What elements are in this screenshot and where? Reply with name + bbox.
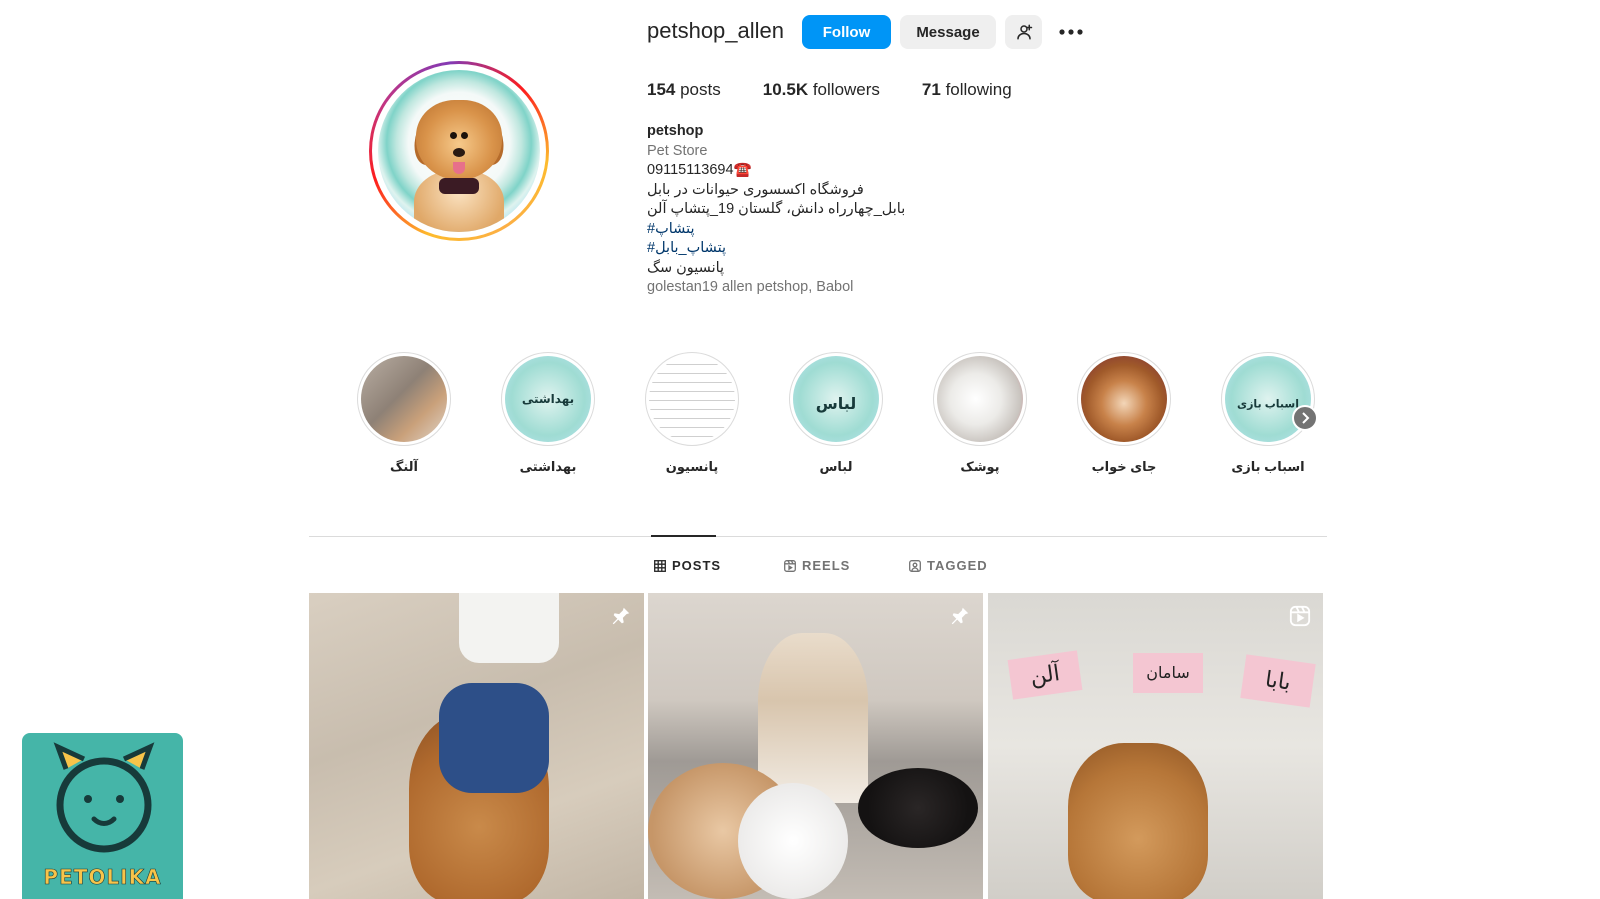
paper-sign: بابا bbox=[1240, 654, 1316, 708]
flower-pot bbox=[459, 593, 559, 663]
bio-hashtag[interactable]: #پتشاپ bbox=[647, 220, 1027, 240]
person-photo bbox=[758, 633, 868, 803]
petolika-logo-icon bbox=[53, 742, 155, 853]
suggested-users-button[interactable] bbox=[1005, 15, 1042, 49]
more-options-icon[interactable] bbox=[1056, 22, 1086, 42]
bio-line: پانسیون سگ bbox=[647, 259, 725, 276]
posts-label: posts bbox=[675, 80, 721, 99]
bio-location: golestan19 allen petshop, Babol bbox=[647, 279, 854, 295]
dog-eye bbox=[461, 132, 468, 139]
bio-phone: 09115113694☎️ bbox=[647, 162, 752, 178]
reels-icon bbox=[784, 559, 796, 572]
bio-line: فروشگاه اکسسوری حیوانات در بابل bbox=[647, 181, 864, 198]
posts-count: 154 bbox=[647, 80, 676, 99]
dog-bow-tie bbox=[439, 178, 479, 194]
reel-icon bbox=[1289, 605, 1311, 627]
watermark-brand: PETOLIKA bbox=[43, 865, 162, 890]
message-button[interactable]: Message bbox=[900, 15, 996, 49]
tab-reels[interactable]: REELS bbox=[784, 558, 850, 573]
highlight-label: پوشک bbox=[960, 459, 1000, 474]
highlight-image bbox=[1081, 356, 1167, 442]
tabs-divider bbox=[309, 536, 1327, 537]
following-label: following bbox=[940, 80, 1012, 99]
profile-username: petshop_allen bbox=[647, 18, 785, 43]
followers-count: 10.5K bbox=[762, 80, 809, 99]
post-thumbnail[interactable] bbox=[648, 593, 983, 899]
highlight-image bbox=[361, 356, 447, 442]
avatar-photo bbox=[378, 70, 540, 232]
dog-photo bbox=[1068, 743, 1208, 899]
dog-nose bbox=[453, 148, 465, 157]
following-count: 71 bbox=[921, 80, 941, 99]
highlight-item[interactable]: لباس لباس bbox=[786, 352, 886, 475]
highlights-next-button[interactable] bbox=[1292, 405, 1318, 431]
highlight-item[interactable]: پوشک bbox=[930, 352, 1030, 475]
add-user-icon bbox=[1016, 24, 1032, 40]
follow-button[interactable]: Follow bbox=[802, 15, 891, 49]
paper-sign: آلن bbox=[1007, 650, 1083, 700]
highlight-cover: لباس bbox=[789, 352, 883, 446]
highlight-cover: اسباب بازی bbox=[1221, 352, 1315, 446]
highlight-label: بهداشتی bbox=[519, 459, 577, 474]
dog-photo bbox=[858, 768, 978, 848]
highlight-label: جای خواب bbox=[1091, 459, 1157, 474]
followers-stat[interactable]: 10.5K followers bbox=[763, 80, 880, 100]
followers-label: followers bbox=[808, 80, 880, 99]
bio-name: petshop bbox=[647, 123, 704, 139]
highlight-image: بهداشتی bbox=[505, 356, 591, 442]
dog-tongue bbox=[453, 162, 465, 174]
bio-hashtag[interactable]: #پتشاپ_بابل bbox=[647, 239, 1027, 259]
tab-tagged-label: TAGGED bbox=[927, 558, 988, 573]
pin-icon bbox=[612, 607, 630, 625]
highlight-image bbox=[937, 356, 1023, 442]
tagged-icon bbox=[909, 559, 921, 572]
highlight-cover bbox=[933, 352, 1027, 446]
following-stat[interactable]: 71 following bbox=[922, 80, 1012, 100]
tab-tagged[interactable]: TAGGED bbox=[909, 558, 988, 573]
highlight-label: لباس bbox=[819, 459, 853, 474]
highlight-item[interactable]: پانسیون bbox=[642, 352, 742, 475]
highlight-item[interactable]: جای خواب bbox=[1074, 352, 1174, 475]
highlight-item[interactable]: آلنگ bbox=[354, 352, 454, 475]
highlight-label: پانسیون bbox=[665, 459, 719, 474]
profile-stats: 154 posts 10.5K followers 71 following bbox=[647, 80, 1054, 100]
tab-reels-label: REELS bbox=[802, 558, 851, 573]
story-highlights: آلنگ بهداشتی بهداشتی پانسیون لباس لباس پ… bbox=[350, 352, 1330, 482]
dog-eye bbox=[450, 132, 457, 139]
avatar-border bbox=[372, 64, 546, 238]
pin-icon bbox=[951, 607, 969, 625]
active-tab-indicator bbox=[651, 535, 716, 537]
dog-sweater bbox=[439, 683, 549, 793]
highlight-item[interactable]: بهداشتی بهداشتی bbox=[498, 352, 598, 475]
profile-avatar[interactable] bbox=[369, 61, 549, 241]
highlight-cover bbox=[357, 352, 451, 446]
tab-posts[interactable]: POSTS bbox=[654, 558, 721, 573]
grid-icon bbox=[654, 559, 666, 572]
tab-posts-label: POSTS bbox=[672, 558, 722, 573]
highlight-cover: بهداشتی bbox=[501, 352, 595, 446]
highlight-cover-text: اسباب بازی bbox=[1237, 398, 1299, 411]
petolika-watermark: PETOLIKA bbox=[22, 733, 183, 899]
bio-category: Pet Store bbox=[647, 142, 708, 159]
highlight-label: اسباب بازی bbox=[1231, 459, 1305, 474]
highlight-cover bbox=[645, 352, 739, 446]
posts-stat: 154 posts bbox=[647, 80, 721, 100]
highlight-cover-text: لباس bbox=[815, 396, 857, 414]
highlight-image bbox=[649, 356, 735, 442]
highlight-image: لباس bbox=[793, 356, 879, 442]
dog-photo bbox=[738, 783, 848, 899]
post-thumbnail[interactable] bbox=[309, 593, 644, 899]
paper-sign: سامان bbox=[1133, 653, 1203, 693]
bio-line: بابل_چهارراه دانش، گلستان 19_پتشاپ آلن bbox=[647, 201, 906, 217]
highlight-cover bbox=[1077, 352, 1171, 446]
highlight-label: آلنگ bbox=[390, 459, 418, 474]
profile-bio: petshop Pet Store 09115113694☎️ فروشگاه … bbox=[647, 122, 1027, 298]
highlight-cover-text: بهداشتی bbox=[521, 392, 575, 406]
chevron-right-icon bbox=[1302, 412, 1310, 424]
post-thumbnail[interactable]: آلن سامان بابا bbox=[988, 593, 1323, 899]
